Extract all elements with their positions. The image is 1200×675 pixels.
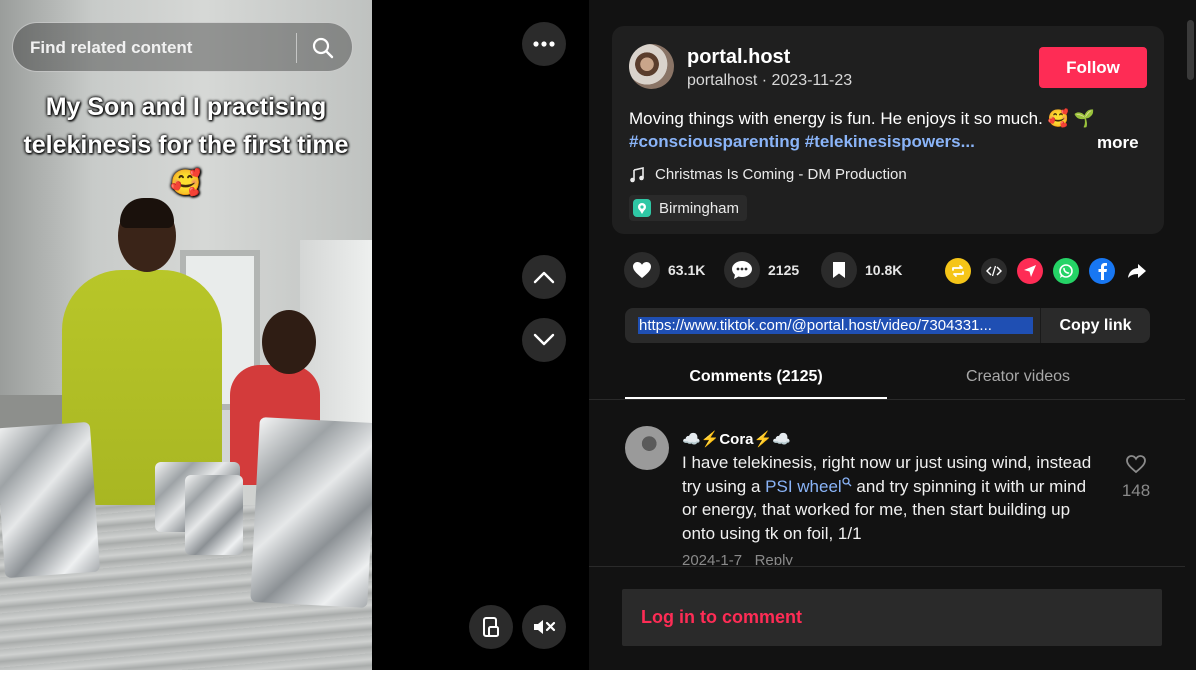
foil-object bbox=[0, 421, 101, 579]
heart-icon bbox=[633, 262, 651, 278]
comment-date: 2024-1-7 bbox=[682, 552, 743, 565]
login-to-comment-button[interactable]: Log in to comment bbox=[622, 589, 1162, 646]
mini-player-icon bbox=[483, 617, 499, 637]
commenter-avatar[interactable] bbox=[625, 426, 669, 470]
video-link-field[interactable]: https://www.tiktok.com/@portal.host/vide… bbox=[638, 317, 1033, 334]
repost-icon bbox=[952, 265, 964, 277]
psi-wheel-link[interactable]: PSI wheel bbox=[765, 477, 852, 496]
tiktok-video-page: Find related content My Son and I practi… bbox=[0, 0, 1196, 670]
comment-icon bbox=[732, 261, 752, 279]
heart-outline-icon bbox=[1126, 455, 1146, 474]
music-note-icon bbox=[630, 166, 644, 182]
search-input[interactable]: Find related content bbox=[30, 38, 192, 58]
like-count: 63.1K bbox=[668, 262, 706, 278]
comment-text: I have telekinesis, right now ur just us… bbox=[682, 451, 1094, 545]
post-date: 2023-11-23 bbox=[771, 72, 853, 89]
previous-video-button[interactable] bbox=[522, 255, 566, 299]
more-dots-icon bbox=[533, 41, 555, 47]
tab-comments[interactable]: Comments (2125) bbox=[625, 368, 887, 386]
video-caption: My Son and I practising telekinesis for … bbox=[23, 93, 349, 197]
page-scrollbar[interactable] bbox=[1185, 0, 1196, 670]
chevron-down-icon bbox=[533, 333, 555, 346]
search-icon[interactable] bbox=[311, 36, 335, 60]
comment-like-button[interactable]: 148 bbox=[1120, 454, 1152, 501]
video-info-card: portal.host portalhost · 2023-11-23 Foll… bbox=[612, 26, 1164, 234]
music-link[interactable]: Christmas Is Coming - DM Production bbox=[629, 166, 907, 183]
comment-button[interactable] bbox=[724, 252, 760, 288]
mini-player-button[interactable] bbox=[469, 605, 513, 649]
next-video-button[interactable] bbox=[522, 318, 566, 362]
comment-stat[interactable]: 2125 bbox=[724, 252, 799, 288]
commenter-name[interactable]: ☁️⚡Cora⚡☁️ bbox=[682, 430, 791, 448]
music-title: Christmas Is Coming - DM Production bbox=[655, 166, 907, 183]
like-stat[interactable]: 63.1K bbox=[624, 252, 705, 288]
reply-button[interactable]: Reply bbox=[755, 552, 793, 565]
foil-object bbox=[250, 417, 372, 608]
follow-button[interactable]: Follow bbox=[1039, 47, 1147, 88]
send-to-friends-button[interactable] bbox=[1017, 258, 1043, 284]
mute-button[interactable] bbox=[522, 605, 566, 649]
repost-button[interactable] bbox=[945, 258, 971, 284]
author-display-name[interactable]: portal.host bbox=[687, 46, 790, 69]
video-description: Moving things with energy is fun. He enj… bbox=[629, 109, 1095, 128]
comment-meta: 2024-1-7 Reply bbox=[682, 552, 793, 565]
video-player[interactable]: Find related content My Son and I practi… bbox=[0, 0, 372, 670]
search-divider bbox=[296, 33, 297, 63]
chevron-up-icon bbox=[533, 271, 555, 284]
comment-footer-divider bbox=[589, 566, 1196, 567]
save-count: 10.8K bbox=[865, 262, 903, 278]
psi-wheel-link-text: PSI wheel bbox=[765, 476, 842, 496]
whatsapp-share-button[interactable] bbox=[1053, 258, 1079, 284]
save-button[interactable] bbox=[821, 252, 857, 288]
subline-separator: · bbox=[761, 72, 772, 89]
more-options-button[interactable] bbox=[522, 22, 566, 66]
comment-like-count: 148 bbox=[1121, 481, 1151, 500]
hashtag-links[interactable]: #consciousparenting #telekinesispowers..… bbox=[629, 132, 975, 152]
author-avatar[interactable] bbox=[629, 44, 674, 89]
expand-description-button[interactable]: more bbox=[1097, 133, 1139, 153]
bookmark-icon bbox=[833, 262, 845, 278]
comment-count: 2125 bbox=[768, 262, 800, 278]
embed-button[interactable] bbox=[981, 258, 1007, 284]
foil-object bbox=[185, 475, 243, 555]
share-link-box: https://www.tiktok.com/@portal.host/vide… bbox=[625, 308, 1150, 343]
facebook-icon bbox=[1098, 263, 1107, 280]
search-small-icon bbox=[842, 476, 852, 486]
like-button[interactable] bbox=[624, 252, 660, 288]
tab-creator-videos[interactable]: Creator videos bbox=[887, 368, 1149, 386]
copy-link-button[interactable]: Copy link bbox=[1040, 308, 1150, 343]
scrollbar-thumb[interactable] bbox=[1187, 20, 1194, 80]
details-panel: portal.host portalhost · 2023-11-23 Foll… bbox=[589, 0, 1196, 670]
save-stat[interactable]: 10.8K bbox=[821, 252, 902, 288]
location-tag[interactable]: Birmingham bbox=[629, 195, 748, 221]
send-icon bbox=[1024, 265, 1036, 277]
comment-item: ☁️⚡Cora⚡☁️ I have telekinesis, right now… bbox=[589, 400, 1196, 565]
video-boy-head bbox=[262, 310, 316, 374]
more-share-button[interactable] bbox=[1124, 258, 1150, 284]
whatsapp-icon bbox=[1059, 264, 1073, 278]
share-arrow-icon bbox=[1128, 264, 1146, 278]
search-bar[interactable]: Find related content bbox=[12, 22, 353, 72]
volume-muted-icon bbox=[534, 620, 556, 634]
facebook-share-button[interactable] bbox=[1089, 258, 1115, 284]
author-subline: portalhost · 2023-11-23 bbox=[687, 72, 852, 90]
embed-icon bbox=[986, 265, 1002, 277]
author-handle[interactable]: portalhost bbox=[687, 72, 757, 89]
location-name: Birmingham bbox=[659, 199, 740, 217]
location-pin-icon bbox=[633, 199, 651, 217]
